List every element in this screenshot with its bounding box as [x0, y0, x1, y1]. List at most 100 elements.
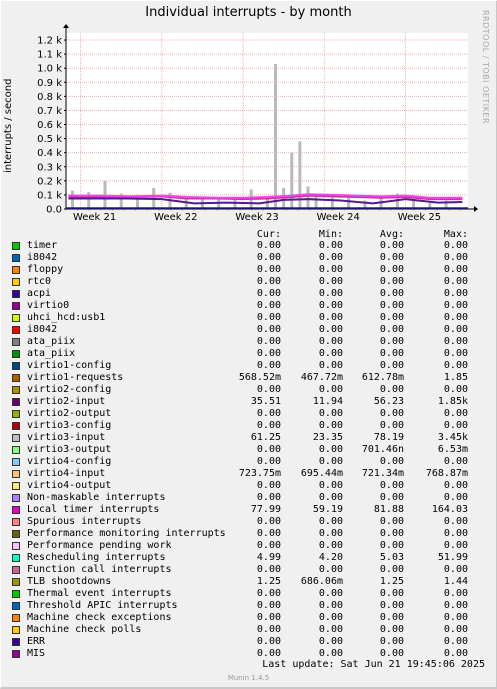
legend-row: i8042 0.00 0.00 0.00 0.00: [12, 324, 492, 336]
legend-swatch: [12, 254, 20, 262]
legend-swatch: [12, 434, 20, 442]
legend-value-avg: 0.00: [379, 516, 404, 527]
legend-value-avg: 0.00: [379, 588, 404, 599]
legend-row: virtio4-input 723.75m 695.44m 721.34m 768.87…: [12, 468, 492, 480]
legend-value-min: 0.00: [318, 612, 343, 623]
legend-value-cur: 0.00: [256, 516, 281, 527]
legend-value-avg: 721.34m: [361, 468, 404, 479]
legend-value-min: 0.00: [318, 456, 343, 467]
legend-value-max: 164.03: [431, 504, 468, 515]
legend-swatch: [12, 614, 20, 622]
legend-value-avg: 0.00: [379, 324, 404, 335]
legend-value-min: 11.94: [312, 396, 343, 407]
legend-value-avg: 612.78m: [361, 372, 404, 383]
legend-label: ata_piix: [27, 348, 76, 359]
legend-value-cur: 0.00: [256, 252, 281, 263]
legend-value-min: 0.00: [318, 264, 343, 275]
legend-value-cur: 568.52m: [238, 372, 281, 383]
legend-row: virtio3-output 0.00 0.00 701.46n 6.53m: [12, 444, 492, 456]
legend-value-max: 1.44: [443, 576, 468, 587]
legend-value-avg: 0.00: [379, 456, 404, 467]
legend-value-max: 1.85k: [437, 396, 468, 407]
legend-value-cur: 0.00: [256, 276, 281, 287]
legend-value-avg: 0.00: [379, 288, 404, 299]
legend-value-min: 0.00: [318, 408, 343, 419]
legend-value-cur: 61.25: [250, 432, 281, 443]
legend-value-cur: 723.75m: [238, 468, 281, 479]
legend-label: TLB shootdowns: [27, 576, 112, 587]
legend-value-cur: 0.00: [256, 600, 281, 611]
legend-label: virtio2-config: [27, 384, 112, 395]
legend-swatch: [12, 638, 20, 646]
legend-swatch: [12, 278, 20, 286]
legend-swatch: [12, 578, 20, 586]
legend-label: virtio4-input: [27, 468, 106, 479]
legend-value-min: 0.00: [318, 360, 343, 371]
legend-value-min: 0.00: [318, 564, 343, 575]
legend-label: virtio4-output: [27, 480, 112, 491]
legend-swatch: [12, 362, 20, 370]
legend-value-max: 0.00: [443, 612, 468, 623]
legend-value-cur: 0.00: [256, 360, 281, 371]
legend-value-cur: 0.00: [256, 336, 281, 347]
legend-label: ERR: [27, 636, 46, 647]
legend-value-max: 0.00: [443, 288, 468, 299]
legend-row: virtio0 0.00 0.00 0.00 0.00: [12, 300, 492, 312]
legend-value-avg: 0.00: [379, 600, 404, 611]
legend-label: virtio1-requests: [27, 372, 124, 383]
legend-label: Machine check polls: [27, 624, 142, 635]
legend-value-min: 0.00: [318, 276, 343, 287]
legend-label: virtio2-input: [27, 396, 106, 407]
legend-value-min: 0.00: [318, 288, 343, 299]
legend-value-cur: 0.00: [256, 528, 281, 539]
legend-swatch: [12, 602, 20, 610]
legend-value-cur: 0.00: [256, 324, 281, 335]
legend-value-min: 0.00: [318, 300, 343, 311]
legend-value-avg: 0.00: [379, 420, 404, 431]
legend-value-avg: 0.00: [379, 336, 404, 347]
legend-row: Threshold APIC interrupts 0.00 0.00 0.00 0.0…: [12, 600, 492, 612]
legend-label: Function call interrupts: [27, 564, 172, 575]
legend-value-cur: 0.00: [256, 384, 281, 395]
legend-row: ata_piix 0.00 0.00 0.00 0.00: [12, 348, 492, 360]
legend-value-max: 0.00: [443, 636, 468, 647]
legend-label: Performance monitoring interrupts: [27, 528, 226, 539]
legend-value-avg: 0.00: [379, 624, 404, 635]
legend-value-avg: 0.00: [379, 408, 404, 419]
legend-value-avg: 0.00: [379, 360, 404, 371]
legend-label: virtio3-input: [27, 432, 106, 443]
legend-swatch: [12, 386, 20, 394]
legend-value-min: 0.00: [318, 624, 343, 635]
legend-value-min: 0.00: [318, 480, 343, 491]
legend-swatch: [12, 446, 20, 454]
legend-row: rtc0 0.00 0.00 0.00 0.00: [12, 276, 492, 288]
legend-value-cur: 0.00: [256, 420, 281, 431]
legend-value-avg: 0.00: [379, 636, 404, 647]
legend-swatch: [12, 518, 20, 526]
legend-value-avg: 56.23: [373, 396, 404, 407]
legend-row: Performance pending work 0.00 0.00 0.00 0.00: [12, 540, 492, 552]
legend-value-max: 3.45k: [437, 432, 468, 443]
legend-value-cur: 0.00: [256, 636, 281, 647]
legend-value-avg: 0.00: [379, 384, 404, 395]
legend-value-cur: 0.00: [256, 480, 281, 491]
legend-label: acpi: [27, 288, 52, 299]
legend-row: virtio2-input 35.51 11.94 56.23 1.85k: [12, 396, 492, 408]
legend-value-avg: 0.00: [379, 612, 404, 623]
legend-swatch: [12, 650, 20, 658]
legend-swatch: [12, 266, 20, 274]
legend-value-max: 0.00: [443, 516, 468, 527]
legend-value-max: 0.00: [443, 492, 468, 503]
legend-value-max: 0.00: [443, 252, 468, 263]
legend-value-max: 0.00: [443, 408, 468, 419]
legend-value-avg: 0.00: [379, 348, 404, 359]
legend-value-avg: 0.00: [379, 564, 404, 575]
legend-value-avg: 0.00: [379, 240, 404, 251]
legend-value-avg: 0.00: [379, 528, 404, 539]
legend-label: Performance pending work: [27, 540, 172, 551]
legend-value-avg: 0.00: [379, 252, 404, 263]
legend-row: floppy 0.00 0.00 0.00 0.00: [12, 264, 492, 276]
legend-value-cur: 0.00: [256, 264, 281, 275]
legend-swatch: [12, 290, 20, 298]
legend-value-avg: 5.03: [379, 552, 404, 563]
